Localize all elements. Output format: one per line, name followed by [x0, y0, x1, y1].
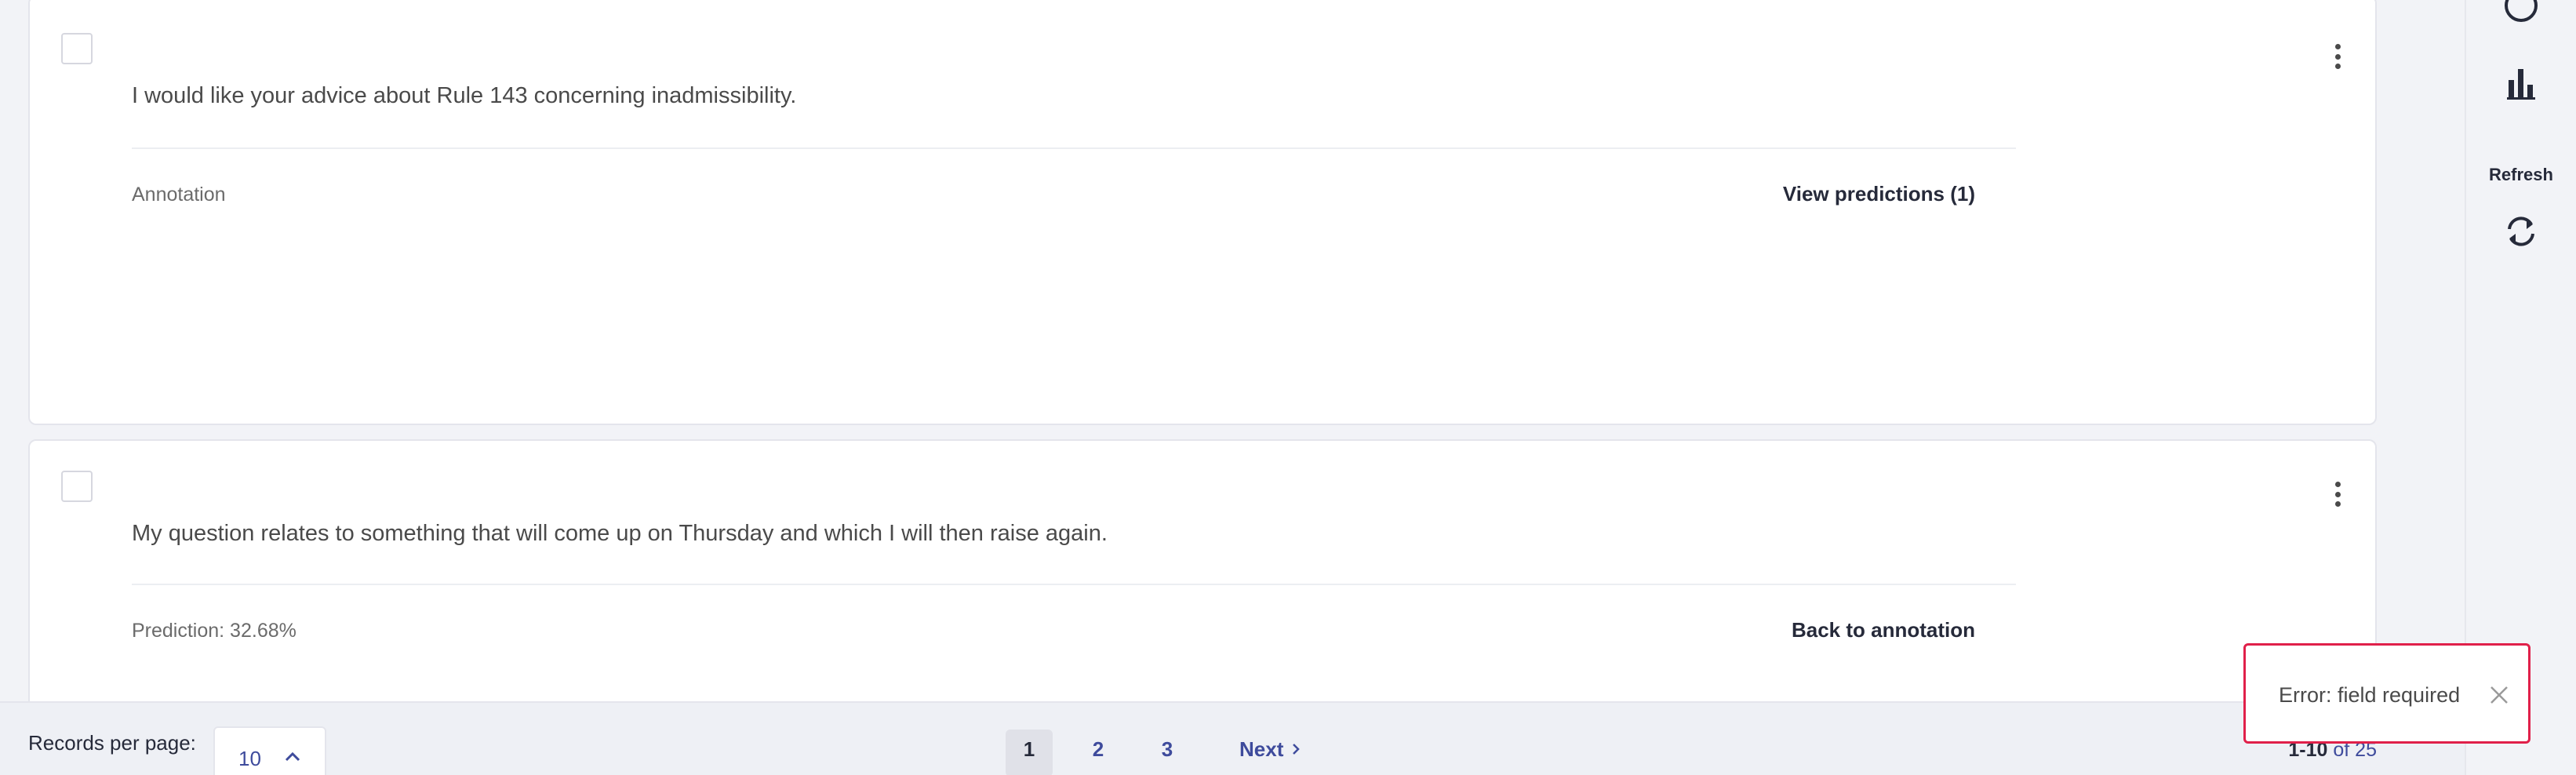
toast-message: Error: field required [2279, 683, 2461, 707]
pagination-footer: Records per page: 10 1 2 3 Next 1-10 of … [0, 701, 2465, 775]
bar-chart-icon[interactable] [2505, 66, 2537, 104]
view-predictions-button[interactable]: View predictions (1) [1783, 182, 1975, 206]
records-per-page-value: 10 [238, 747, 261, 770]
refresh-icon[interactable] [2503, 213, 2539, 253]
chevron-right-icon [1291, 737, 1301, 762]
page-button-3[interactable]: 3 [1144, 730, 1191, 775]
record-status-label: Annotation [132, 184, 226, 206]
moon-icon[interactable] [2503, 0, 2539, 27]
record-card: My question relates to something that wi… [28, 439, 2377, 701]
page-button-2[interactable]: 2 [1075, 730, 1122, 775]
record-menu-kebab-icon[interactable] [2328, 478, 2347, 510]
record-prediction-label: Prediction: 32.68% [132, 620, 297, 642]
record-text: My question relates to something that wi… [132, 521, 1108, 546]
page-button-1[interactable]: 1 [1006, 730, 1053, 775]
next-page-label: Next [1239, 737, 1284, 761]
record-text: I would like your advice about Rule 143 … [132, 83, 797, 108]
close-icon[interactable] [2489, 685, 2509, 709]
record-list: I would like your advice about Rule 143 … [0, 0, 2465, 701]
record-checkbox[interactable] [61, 33, 93, 64]
chevron-up-icon [284, 750, 301, 766]
refresh-label: Refresh [2489, 165, 2553, 184]
record-checkbox[interactable] [61, 471, 93, 502]
records-per-page-select[interactable]: 10 [213, 726, 326, 775]
records-per-page-label: Records per page: [28, 731, 196, 755]
record-divider [132, 584, 2016, 585]
next-page-button[interactable]: Next [1239, 737, 1301, 762]
back-to-annotation-button[interactable]: Back to annotation [1792, 618, 1975, 642]
error-toast: Error: field required [2243, 643, 2531, 744]
record-card: I would like your advice about Rule 143 … [28, 0, 2377, 425]
record-divider [132, 147, 2016, 149]
record-menu-kebab-icon[interactable] [2328, 41, 2347, 72]
